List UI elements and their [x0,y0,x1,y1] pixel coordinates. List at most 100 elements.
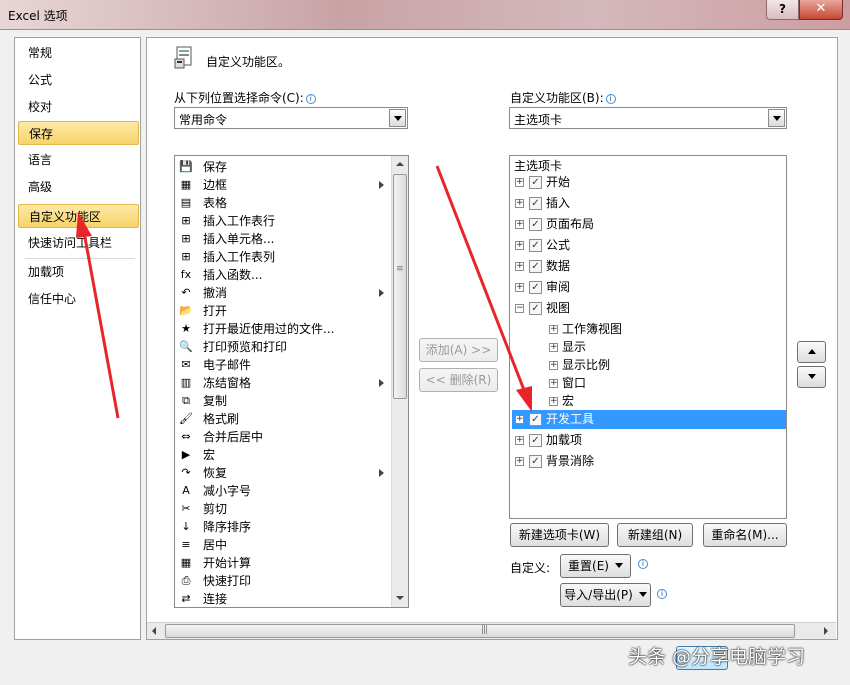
move-up-button[interactable] [797,341,826,363]
chevron-down-icon[interactable] [389,109,406,127]
expand-icon[interactable]: + [515,241,524,250]
checkbox[interactable]: ✓ [529,239,542,252]
ribbon-tab-item[interactable]: + ✓ 开发工具 [512,410,786,429]
ribbon-tab-item[interactable]: + ✓ 数据 [512,257,786,276]
category-trust-center[interactable]: 信任中心 [18,287,139,311]
command-item[interactable]: ✂ 剪切 [177,500,393,518]
ribbon-tab-item[interactable]: + ✓ 审阅 [512,278,786,297]
command-item[interactable]: ↓ 降序排序 [177,518,393,536]
ribbon-tab-item[interactable]: + ✓ 背景消除 [512,452,786,471]
customize-ribbon-combo[interactable]: 主选项卡 [509,107,787,129]
rename-button[interactable]: 重命名(M)... [703,523,787,547]
scroll-up-icon[interactable] [392,156,408,173]
command-item[interactable]: 💾 保存 [177,158,393,176]
command-item[interactable]: ↷ 恢复 [177,464,393,482]
command-item[interactable]: ▶ 宏 [177,446,393,464]
reset-button[interactable]: 重置(E) [560,554,631,578]
category-formulas[interactable]: 公式 [18,68,139,92]
commands-list-scrollbar[interactable]: ≡ [391,156,408,607]
command-item[interactable]: A 减小字号 [177,482,393,500]
expand-icon[interactable]: + [515,262,524,271]
command-label: 插入函数... [203,268,263,282]
hscroll-thumb[interactable] [165,624,795,638]
expand-icon[interactable]: + [515,283,524,292]
command-item[interactable]: ★ 打开最近使用过的文件... [177,320,393,338]
ribbon-tab-item[interactable]: + ✓ 公式 [512,236,786,255]
ribbon-group-item[interactable]: + 窗口 [512,374,786,393]
ribbon-group-item[interactable]: + 显示比例 [512,356,786,375]
ribbon-tab-item[interactable]: + ✓ 开始 [512,173,786,192]
category-save[interactable]: 保存 [18,121,139,145]
chevron-down-icon[interactable] [768,109,785,127]
command-item[interactable]: ▤ 表格 [177,194,393,212]
expand-icon[interactable]: + [549,397,558,406]
category-proofing[interactable]: 校对 [18,95,139,119]
command-item[interactable]: ⇔ 合并后居中 [177,428,393,446]
new-tab-button[interactable]: 新建选项卡(W) [510,523,609,547]
command-item[interactable]: ▦ 边框 [177,176,393,194]
command-item[interactable]: ⊞ 插入工作表行 [177,212,393,230]
command-item[interactable]: ▦ 开始计算 [177,554,393,572]
main-panel-hscroll[interactable]: ||| [147,622,836,639]
command-label: 打印预览和打印 [203,340,288,354]
expand-icon[interactable]: + [515,436,524,445]
checkbox[interactable]: ✓ [529,260,542,273]
help-button[interactable]: ? [766,0,799,20]
checkbox[interactable]: ✓ [529,218,542,231]
import-export-button[interactable]: 导入/导出(P) [560,583,651,607]
command-item[interactable]: ⊞ 插入工作表列 [177,248,393,266]
new-group-button[interactable]: 新建组(N) [617,523,693,547]
expand-icon[interactable]: + [515,415,524,424]
expand-icon[interactable]: + [549,361,558,370]
add-button[interactable]: 添加(A) >> [419,338,498,362]
ribbon-tab-item[interactable]: − ✓ 视图 [512,299,786,318]
ribbon-group-item[interactable]: + 宏 [512,392,786,411]
move-down-button[interactable] [797,366,826,388]
expand-icon[interactable]: + [515,457,524,466]
remove-button[interactable]: << 删除(R) [419,368,498,392]
command-item[interactable]: ✉ 电子邮件 [177,356,393,374]
commands-list[interactable]: ⇄ 连接 ⎙ 快速打印 ▦ 开始计算 ≡ 居中 ↓ 降序排序 ✂ 剪切 A 减小字号 ↷ 恢复 ▶ 宏 ⇔ 合并后居中… [174,155,409,608]
category-general[interactable]: 常规 [18,41,139,65]
command-item[interactable]: ⊞ 插入单元格... [177,230,393,248]
close-button[interactable]: ✕ [799,0,843,20]
ribbon-tab-item[interactable]: + ✓ 页面布局 [512,215,786,234]
ribbon-tab-item[interactable]: + ✓ 插入 [512,194,786,213]
ribbon-tree[interactable]: 主选项卡 + ✓ 开始 + ✓ 插入 + ✓ 页面布局 + ✓ 公式 + ✓ 数据 + ✓ 审阅 − ✓ 视图 + 工作簿视… [509,155,787,519]
expand-icon[interactable]: + [515,199,524,208]
category-advanced[interactable]: 高级 [18,175,139,199]
checkbox[interactable]: ✓ [529,281,542,294]
command-item[interactable]: ⧉ 复制 [177,392,393,410]
command-item[interactable]: ⎙ 快速打印 [177,572,393,590]
command-item[interactable]: 🖌 格式刷 [177,410,393,428]
command-item[interactable]: ≡ 居中 [177,536,393,554]
command-item[interactable]: ↶ 撤消 [177,284,393,302]
command-item[interactable]: ⇄ 连接 [177,590,393,607]
checkbox[interactable]: ✓ [529,413,542,426]
scroll-thumb[interactable] [393,174,407,399]
command-item[interactable]: ▥ 冻结窗格 [177,374,393,392]
expand-icon[interactable]: + [549,325,558,334]
category-language[interactable]: 语言 [18,148,139,172]
category-customize-ribbon[interactable]: 自定义功能区 [18,204,139,228]
expand-icon[interactable]: + [515,220,524,229]
expand-icon[interactable]: + [549,343,558,352]
ribbon-group-item[interactable]: + 显示 [512,338,786,357]
checkbox[interactable]: ✓ [529,197,542,210]
collapse-icon[interactable]: − [515,304,524,313]
command-item[interactable]: 🔍 打印预览和打印 [177,338,393,356]
expand-icon[interactable]: + [549,379,558,388]
command-item[interactable]: 📂 打开 [177,302,393,320]
expand-icon[interactable]: + [515,178,524,187]
checkbox[interactable]: ✓ [529,176,542,189]
checkbox[interactable]: ✓ [529,434,542,447]
ribbon-group-item[interactable]: + 工作簿视图 [512,320,786,339]
checkbox[interactable]: ✓ [529,302,542,315]
choose-commands-combo[interactable]: 常用命令 [174,107,408,129]
checkbox[interactable]: ✓ [529,455,542,468]
scroll-down-icon[interactable] [392,590,408,607]
command-item[interactable]: fx 插入函数... [177,266,393,284]
category-addins[interactable]: 加载项 [18,260,139,284]
category-quick-access-toolbar[interactable]: 快速访问工具栏 [18,231,139,255]
ribbon-tab-item[interactable]: + ✓ 加载项 [512,431,786,450]
